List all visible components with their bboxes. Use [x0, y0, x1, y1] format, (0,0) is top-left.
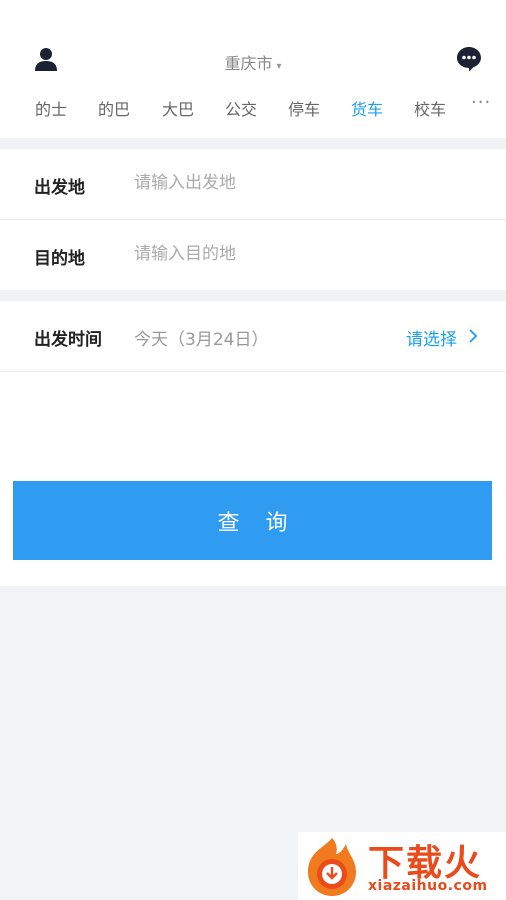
destination-row: 目的地	[0, 220, 506, 290]
origin-label: 出发地	[34, 178, 85, 198]
tab-truck[interactable]: 货车	[351, 96, 383, 120]
tab-bus[interactable]: 公交	[225, 96, 257, 120]
flame-logo-icon	[308, 838, 356, 896]
message-bubble-icon[interactable]	[456, 46, 482, 72]
chevron-down-icon: ▾	[276, 61, 282, 72]
more-icon[interactable]: ···	[471, 92, 491, 113]
tab-school-bus[interactable]: 校车	[414, 96, 446, 120]
departure-time-row[interactable]: 出发时间 今天（3月24日） 请选择	[0, 301, 506, 371]
destination-input[interactable]	[134, 244, 474, 264]
top-bar: 重庆市 ▾ 的士 的巴 大巴 公交 停车 货车 校车 ···	[0, 0, 506, 138]
origin-row: 出发地	[0, 149, 506, 219]
city-selector[interactable]: 重庆市 ▾	[0, 50, 506, 74]
departure-time-label: 出发时间	[34, 330, 102, 350]
chevron-right-icon	[469, 329, 478, 343]
route-form: 出发地 目的地	[0, 149, 506, 290]
watermark-url: xiazaihuo.com	[368, 878, 488, 894]
category-tabs: 的士 的巴 大巴 公交 停车 货车 校车 ···	[0, 92, 506, 128]
time-card: 出发时间 今天（3月24日） 请选择 查询	[0, 301, 506, 586]
choose-time-link[interactable]: 请选择	[406, 325, 457, 350]
city-name: 重庆市	[224, 54, 273, 73]
query-button[interactable]: 查询	[13, 481, 492, 560]
divider	[0, 371, 506, 372]
tab-minibus[interactable]: 的巴	[98, 96, 130, 120]
tab-parking[interactable]: 停车	[288, 96, 320, 120]
tab-taxi[interactable]: 的士	[35, 96, 67, 120]
destination-label: 目的地	[34, 249, 85, 269]
departure-time-value: 今天（3月24日）	[134, 330, 269, 350]
origin-input[interactable]	[134, 173, 474, 193]
watermark: 下载火 xiazaihuo.com	[298, 832, 506, 900]
tab-coach[interactable]: 大巴	[162, 96, 194, 120]
